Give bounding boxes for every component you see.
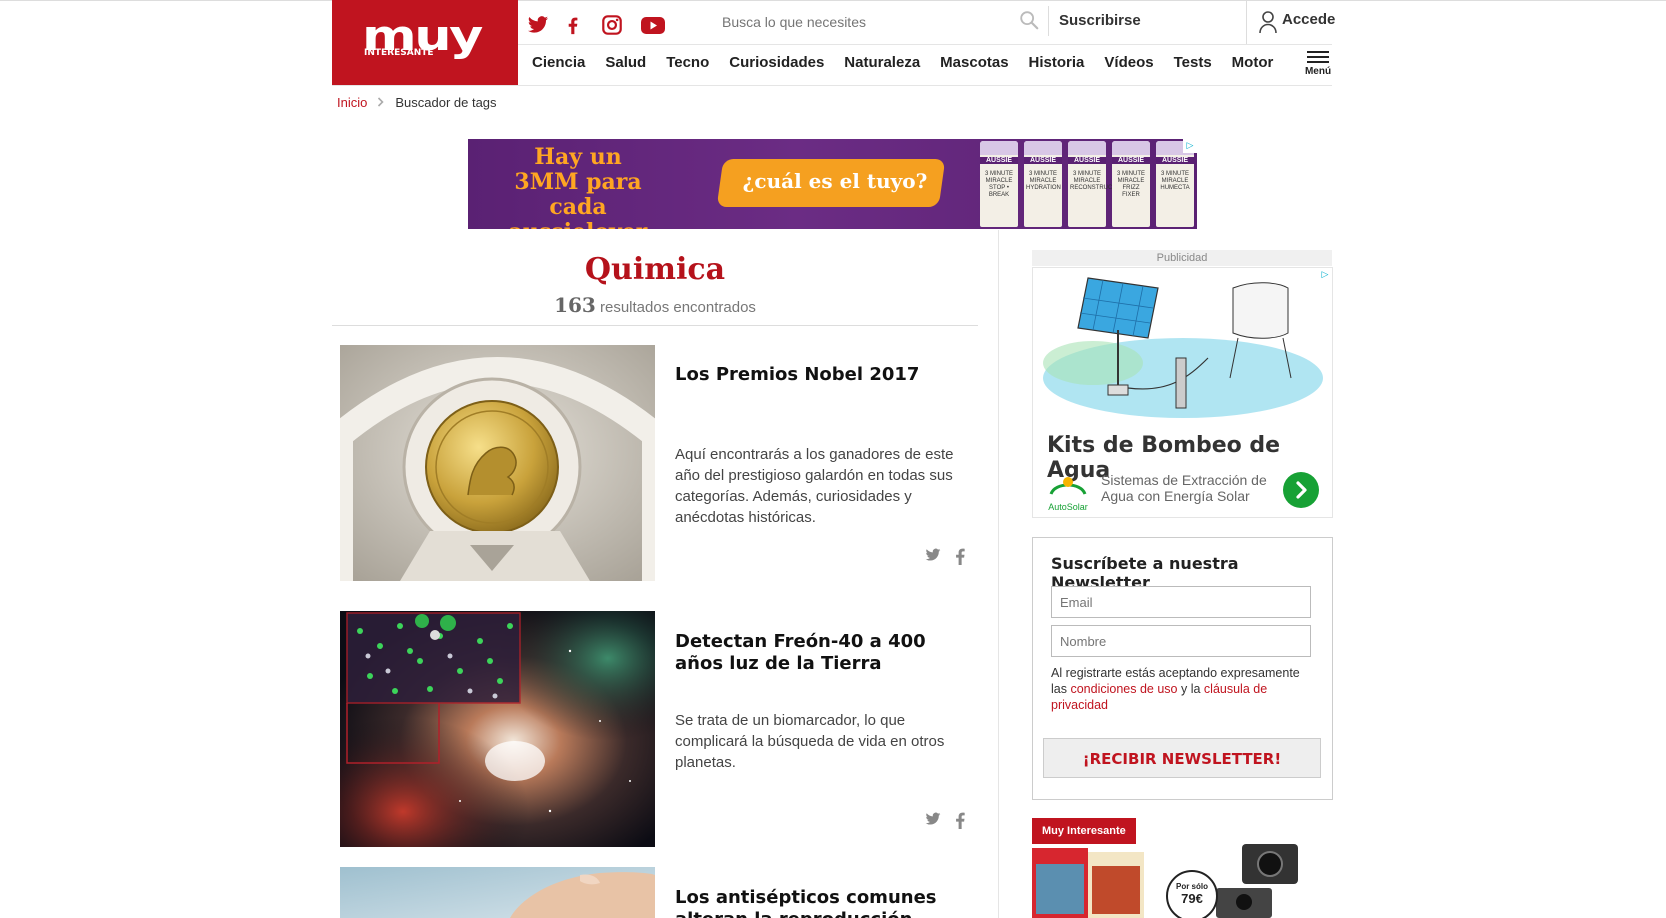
adchoices-icon[interactable]: ▷ xyxy=(1183,139,1197,153)
product-bottle: AUSSIE 3 MINUTE MIRACLE FRIZZ FIXER xyxy=(1112,141,1150,227)
menu-label: Menú xyxy=(1304,66,1332,77)
nobel-medal-image[interactable] xyxy=(340,345,655,581)
article-title[interactable]: Los antisépticos comunes alteran la repr… xyxy=(675,887,970,918)
search-input[interactable] xyxy=(720,6,1014,38)
newsletter-box: Suscríbete a nuestra Newsletter Al regis… xyxy=(1032,537,1333,800)
nav-curiosidades[interactable]: Curiosidades xyxy=(729,54,824,71)
subscription-promo[interactable]: Muy Interesante Por sólo 79€ xyxy=(1032,818,1332,918)
product-bottle: AUSSIE 3 MINUTE MIRACLE RECONSTRUCTOR xyxy=(1068,141,1125,227)
email-field[interactable] xyxy=(1051,586,1311,618)
newsletter-submit-button[interactable]: ¡RECIBIR NEWSLETTER! xyxy=(1043,738,1321,778)
nav-motor[interactable]: Motor xyxy=(1232,54,1274,71)
newsletter-legal: Al registrarte estás aceptando expresame… xyxy=(1051,666,1300,712)
nav-naturaleza[interactable]: Naturaleza xyxy=(844,54,920,71)
terms-link[interactable]: condiciones de uso xyxy=(1070,682,1177,696)
nav-mascotas[interactable]: Mascotas xyxy=(940,54,1008,71)
autosolar-logo: AutoSolar xyxy=(1045,470,1091,512)
banner-cta: ¿cuál es el tuyo? xyxy=(742,169,928,193)
nav-tests[interactable]: Tests xyxy=(1174,54,1212,71)
article-card: Los Premios Nobel 2017 Aquí encontrarás … xyxy=(340,345,978,581)
hamburger-icon xyxy=(1300,46,1336,63)
facebook-share-icon[interactable] xyxy=(954,811,966,833)
user-icon[interactable] xyxy=(1258,10,1278,38)
page-title: Quimica xyxy=(584,252,726,287)
promo-tag: Muy Interesante xyxy=(1032,818,1136,844)
nav-tecno[interactable]: Tecno xyxy=(666,54,709,71)
product-bottle: AUSSIE 3 MINUTE MIRACLE HUMECTA xyxy=(1156,141,1194,227)
finger-image[interactable] xyxy=(340,867,655,918)
nav-salud[interactable]: Salud xyxy=(605,54,646,71)
ad-label: Publicidad xyxy=(1032,250,1332,266)
youtube-icon[interactable] xyxy=(640,14,666,36)
product-bottle: AUSSIE 3 MINUTE MIRACLE HYDRATION xyxy=(1024,141,1062,227)
breadcrumb: Inicio Buscador de tags xyxy=(337,95,497,110)
name-field[interactable] xyxy=(1051,625,1311,657)
main-nav: Ciencia Salud Tecno Curiosidades Natural… xyxy=(532,54,1293,71)
logo-subtitle: INTERESANTE xyxy=(364,48,434,58)
login-link[interactable]: Accede xyxy=(1282,11,1335,28)
nav-videos[interactable]: Vídeos xyxy=(1104,54,1153,71)
ad-text: Sistemas de Extracción de Agua con Energ… xyxy=(1101,472,1267,504)
breadcrumb-home[interactable]: Inicio xyxy=(337,95,367,110)
results-label: resultados encontrados xyxy=(599,299,756,316)
share-buttons xyxy=(924,811,966,833)
site-logo[interactable]: muy INTERESANTE xyxy=(332,0,518,85)
article-card: Detectan Freón-40 a 400 años luz de la T… xyxy=(340,611,978,847)
article-title[interactable]: Los Premios Nobel 2017 xyxy=(675,364,970,386)
nav-historia[interactable]: Historia xyxy=(1029,54,1085,71)
banner-headline: Hay un 3MM para cada aussielover xyxy=(509,144,648,230)
breadcrumb-current: Buscador de tags xyxy=(395,95,497,110)
menu-button[interactable]: Menú xyxy=(1300,46,1336,84)
subscribe-link[interactable]: Suscribirse xyxy=(1059,12,1141,29)
search-icon[interactable] xyxy=(1018,9,1040,35)
results-number: 163 xyxy=(554,293,596,317)
nav-ciencia[interactable]: Ciencia xyxy=(532,54,585,71)
facebook-share-icon[interactable] xyxy=(954,547,966,569)
results-count: 163 resultados encontrados xyxy=(332,293,978,317)
article-title[interactable]: Detectan Freón-40 a 400 años luz de la T… xyxy=(675,631,970,675)
share-buttons xyxy=(924,547,966,569)
twitter-icon[interactable] xyxy=(527,14,549,36)
price-badge: Por sólo 79€ xyxy=(1166,870,1218,918)
adchoices-icon[interactable]: ▷ xyxy=(1318,268,1332,282)
top-banner-ad[interactable]: Hay un 3MM para cada aussielover ¿cuál e… xyxy=(468,139,1197,229)
arrow-right-icon[interactable] xyxy=(1283,472,1319,508)
article-description: Se trata de un biomarcador, lo que compl… xyxy=(675,712,945,771)
instagram-icon[interactable] xyxy=(601,14,623,36)
article-card: Los antisépticos comunes alteran la repr… xyxy=(340,867,978,918)
nebula-molecules-image[interactable] xyxy=(340,611,655,847)
sidebar-ad[interactable]: ▷ Kits de Bombeo de Agua AutoSolar Siste… xyxy=(1032,267,1333,518)
article-description: Aquí encontrarás a los ganadores de este… xyxy=(675,446,954,526)
search-box xyxy=(720,6,1052,38)
product-bottle: AUSSIE 3 MINUTE MIRACLE STOP • BREAK xyxy=(980,141,1018,227)
chevron-right-icon xyxy=(377,96,385,110)
facebook-icon[interactable] xyxy=(562,14,584,36)
twitter-share-icon[interactable] xyxy=(924,547,942,569)
twitter-share-icon[interactable] xyxy=(924,811,942,833)
